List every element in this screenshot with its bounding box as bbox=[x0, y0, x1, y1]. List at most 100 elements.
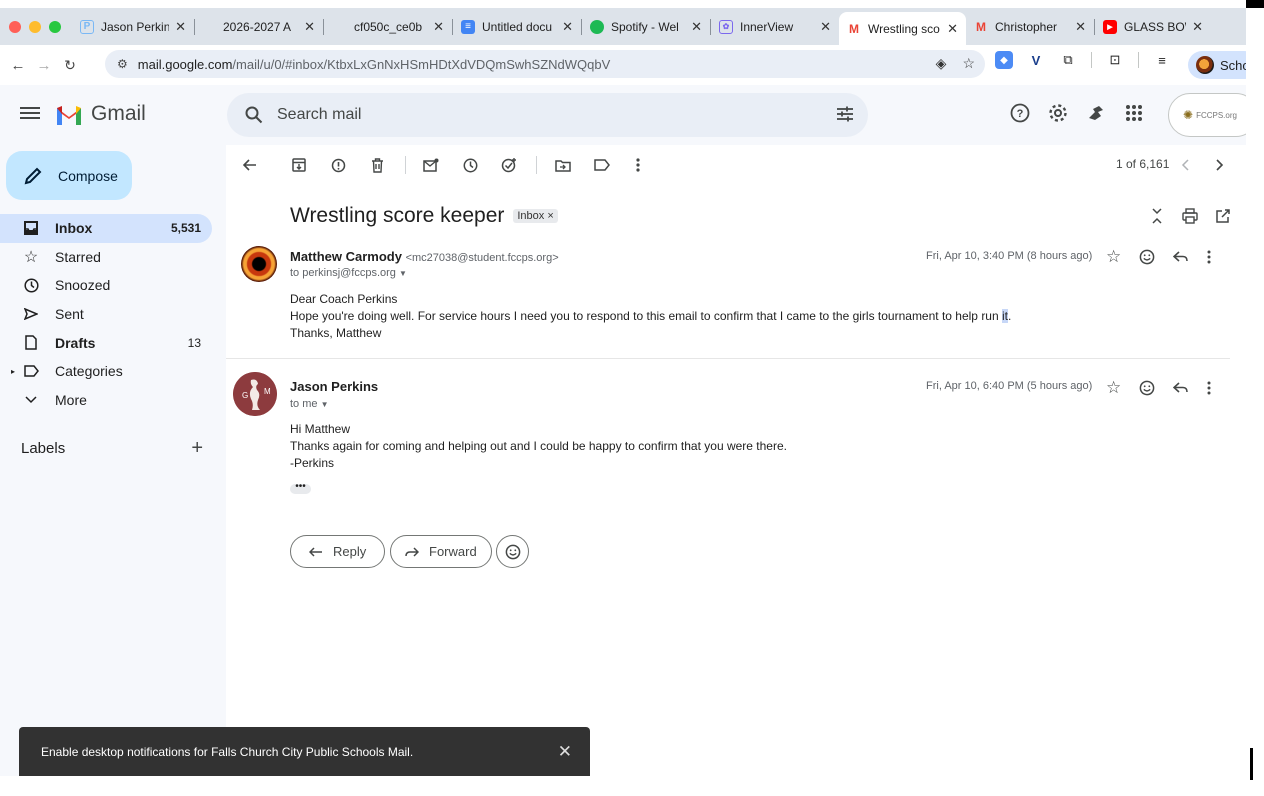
print-icon[interactable] bbox=[1181, 207, 1199, 225]
sender-name[interactable]: Matthew Carmody bbox=[290, 249, 402, 264]
recipient-dropdown-icon[interactable]: ▼ bbox=[399, 269, 407, 278]
reload-icon[interactable]: ↻ bbox=[57, 57, 83, 74]
site-info-icon[interactable]: ⚙ bbox=[117, 57, 128, 71]
mark-unread-icon[interactable] bbox=[422, 156, 440, 174]
browser-tab[interactable]: P Jason Perkin ✕ bbox=[72, 12, 194, 42]
add-label-icon[interactable]: + bbox=[191, 438, 203, 458]
message-more-icon[interactable] bbox=[1207, 250, 1211, 264]
close-tab-icon[interactable]: ✕ bbox=[175, 19, 186, 35]
snooze-clock-icon[interactable] bbox=[461, 156, 479, 174]
sidebar-item-starred[interactable]: ☆ Starred bbox=[0, 243, 212, 272]
sidebar-item-more[interactable]: More bbox=[0, 386, 212, 415]
back-to-inbox-icon[interactable] bbox=[241, 156, 259, 174]
bookmark-star-icon[interactable]: ☆ bbox=[962, 55, 975, 72]
sidebar-item-label: Snoozed bbox=[55, 277, 111, 294]
open-new-window-icon[interactable] bbox=[1214, 207, 1232, 225]
star-message-icon[interactable]: ☆ bbox=[1106, 247, 1121, 267]
star-message-icon[interactable]: ☆ bbox=[1106, 378, 1121, 398]
recipient-dropdown-icon[interactable]: ▼ bbox=[321, 400, 329, 409]
browser-tab[interactable]: 2026-2027 A ✕ bbox=[195, 12, 323, 42]
sidebar-item-snoozed[interactable]: Snoozed bbox=[0, 271, 212, 300]
address-bar[interactable]: ⚙ mail.google.com/mail/u/0/#inbox/KtbxLx… bbox=[105, 50, 985, 78]
back-icon[interactable]: ← bbox=[5, 57, 31, 74]
extension-icon[interactable]: ◆ bbox=[995, 51, 1013, 69]
inbox-label-chip[interactable]: Inbox × bbox=[513, 209, 558, 223]
browser-tab-active[interactable]: M Wrestling sco ✕ bbox=[839, 12, 966, 45]
browser-tab[interactable]: ▶ GLASS BOW ✕ bbox=[1095, 12, 1211, 42]
close-tab-icon[interactable]: ✕ bbox=[691, 19, 702, 35]
account-button[interactable]: ✺ FCCPS.org bbox=[1168, 93, 1246, 137]
sidebar-item-drafts[interactable]: Drafts 13 bbox=[0, 328, 212, 357]
sidebar-item-categories[interactable]: ▸ Categories bbox=[0, 357, 212, 386]
older-chevron-right-icon[interactable] bbox=[1211, 156, 1229, 174]
gemini-sparkle-icon[interactable] bbox=[1086, 103, 1106, 123]
minimize-window-button[interactable] bbox=[29, 20, 41, 33]
browser-tab[interactable]: cf050c_ce0b ✕ bbox=[324, 12, 452, 42]
more-vertical-icon[interactable] bbox=[629, 156, 647, 174]
main-menu-icon[interactable] bbox=[20, 104, 40, 124]
remove-label-icon[interactable]: × bbox=[547, 210, 553, 222]
add-to-tasks-icon[interactable] bbox=[500, 156, 518, 174]
forward-icon[interactable]: → bbox=[31, 57, 57, 74]
reply-arrow-icon[interactable] bbox=[1173, 251, 1189, 263]
reply-button[interactable]: Reply bbox=[290, 535, 386, 568]
close-tab-icon[interactable]: ✕ bbox=[562, 19, 573, 35]
profile-button[interactable]: Scho bbox=[1188, 51, 1246, 79]
search-bar[interactable]: Search mail bbox=[227, 93, 868, 137]
browser-tab[interactable]: ≡ Untitled docu ✕ bbox=[453, 12, 581, 42]
tab-search-icon[interactable]: ⊡ bbox=[1106, 51, 1124, 69]
draft-count: 13 bbox=[187, 335, 201, 350]
browser-tab[interactable]: ✿ InnerView ✕ bbox=[711, 12, 839, 42]
reading-list-icon[interactable]: ≡ bbox=[1153, 51, 1171, 69]
collapse-all-icon[interactable] bbox=[1148, 207, 1166, 225]
delete-trash-icon[interactable] bbox=[368, 156, 386, 174]
sidebar-item-inbox[interactable]: Inbox 5,531 bbox=[0, 214, 212, 243]
recipient-line[interactable]: to perkinsj@fccps.org ▼ bbox=[290, 267, 407, 279]
close-tab-icon[interactable]: ✕ bbox=[433, 19, 444, 35]
help-icon[interactable]: ? bbox=[1010, 103, 1030, 123]
gmail-logo[interactable]: Gmail bbox=[55, 102, 146, 126]
svg-text:?: ? bbox=[1017, 108, 1024, 120]
search-input[interactable]: Search mail bbox=[277, 106, 361, 124]
recipient-line[interactable]: to me ▼ bbox=[290, 398, 329, 410]
sender-avatar[interactable] bbox=[241, 246, 277, 282]
recipient-text: to perkinsj@fccps.org bbox=[290, 267, 396, 279]
settings-gear-icon[interactable] bbox=[1048, 103, 1068, 123]
expand-arrow-icon[interactable]: ▸ bbox=[11, 367, 15, 376]
close-window-button[interactable] bbox=[9, 20, 21, 33]
close-toast-icon[interactable]: ✕ bbox=[558, 742, 572, 762]
show-trimmed-content-button[interactable]: ••• bbox=[290, 482, 311, 494]
sidebar-item-sent[interactable]: Sent bbox=[0, 300, 212, 329]
message-date: Fri, Apr 10, 6:40 PM (5 hours ago) bbox=[926, 380, 1093, 392]
close-tab-icon[interactable]: ✕ bbox=[947, 21, 958, 37]
sender-name[interactable]: Jason Perkins bbox=[290, 379, 378, 394]
close-tab-icon[interactable]: ✕ bbox=[1075, 19, 1086, 35]
tab-title: Wrestling sco bbox=[868, 21, 940, 36]
close-tab-icon[interactable]: ✕ bbox=[1192, 19, 1203, 35]
newer-chevron-left-icon[interactable] bbox=[1176, 156, 1194, 174]
close-tab-icon[interactable]: ✕ bbox=[304, 19, 315, 35]
compose-button[interactable]: Compose bbox=[6, 151, 132, 200]
emoji-reaction-button[interactable] bbox=[496, 535, 529, 568]
message-body-line: Thanks again for coming and helping out … bbox=[290, 439, 787, 453]
emoji-react-icon[interactable] bbox=[1139, 249, 1155, 265]
lens-icon[interactable]: ◈ bbox=[936, 55, 947, 72]
emoji-react-icon[interactable] bbox=[1139, 380, 1155, 396]
reply-arrow-icon[interactable] bbox=[1173, 382, 1189, 394]
forward-button[interactable]: Forward bbox=[390, 535, 492, 568]
sender-avatar[interactable]: G M bbox=[233, 372, 277, 416]
message-more-icon[interactable] bbox=[1207, 381, 1211, 395]
browser-tab[interactable]: Spotify - Wel ✕ bbox=[582, 12, 710, 42]
move-to-folder-icon[interactable] bbox=[554, 156, 572, 174]
extensions-puzzle-icon[interactable]: ⧉ bbox=[1059, 51, 1077, 69]
maximize-window-button[interactable] bbox=[49, 20, 61, 33]
label-tag-icon[interactable] bbox=[593, 156, 611, 174]
browser-tab[interactable]: M Christopher ✕ bbox=[966, 12, 1094, 42]
extension-v-icon[interactable]: V bbox=[1027, 51, 1045, 69]
close-tab-icon[interactable]: ✕ bbox=[820, 19, 831, 35]
apps-grid-icon[interactable] bbox=[1124, 103, 1144, 123]
tab-title: Untitled docu bbox=[482, 19, 553, 34]
archive-icon[interactable] bbox=[290, 156, 308, 174]
message-view: 1 of 6,161 Wrestling score keeper Inbox … bbox=[226, 145, 1246, 776]
report-spam-icon[interactable] bbox=[329, 156, 347, 174]
